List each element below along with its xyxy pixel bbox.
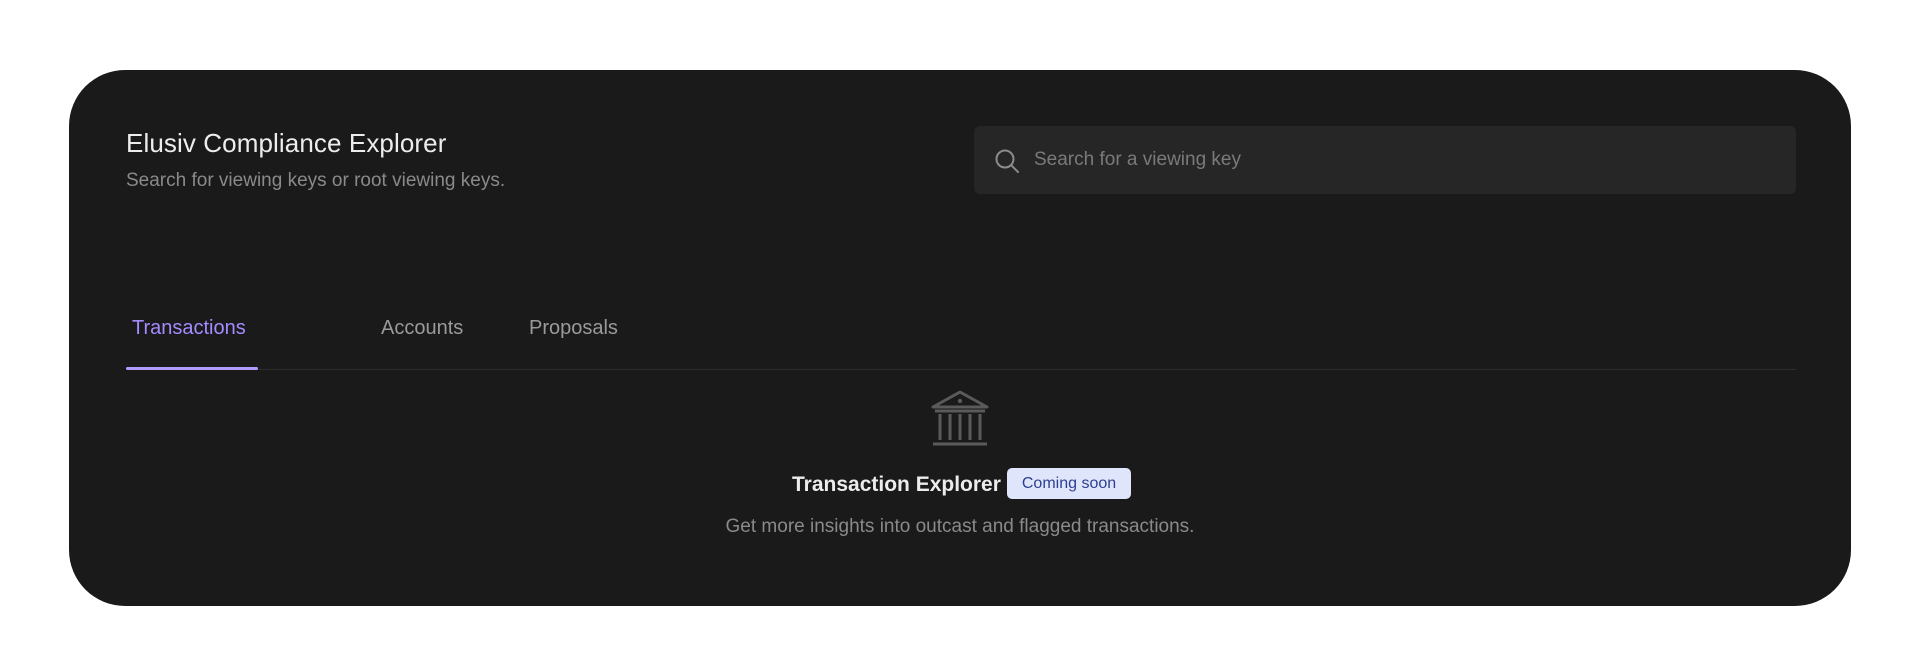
- tab-label: Transactions: [132, 317, 246, 339]
- search-input[interactable]: [1034, 126, 1774, 194]
- coming-soon-badge: Coming soon: [1007, 468, 1131, 499]
- page-subtitle: Search for viewing keys or root viewing …: [126, 170, 506, 191]
- tab-transactions[interactable]: Transactions: [132, 317, 246, 340]
- page-header: Elusiv Compliance Explorer Search for vi…: [126, 126, 1796, 194]
- compliance-explorer-card: Elusiv Compliance Explorer Search for vi…: [69, 70, 1851, 606]
- tab-bar: Transactions Accounts Proposals: [126, 296, 1796, 370]
- tab-label: Accounts: [381, 317, 464, 339]
- search-icon: [995, 149, 1019, 173]
- tab-proposals[interactable]: Proposals: [529, 317, 618, 340]
- bank-icon: [931, 390, 989, 446]
- active-tab-indicator: [126, 367, 258, 370]
- tab-label: Proposals: [529, 317, 618, 339]
- empty-state-title: Transaction Explorer: [792, 473, 1001, 496]
- tab-accounts[interactable]: Accounts: [381, 317, 463, 340]
- empty-state-description: Get more insights into outcast and flagg…: [725, 516, 1195, 537]
- search-box[interactable]: [974, 126, 1796, 194]
- page-title: Elusiv Compliance Explorer: [126, 128, 447, 158]
